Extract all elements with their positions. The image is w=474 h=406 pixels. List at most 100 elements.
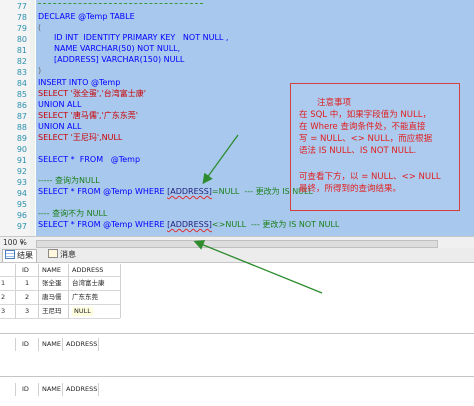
cell-name[interactable]: 张全蛋 [42,279,62,288]
cell-address-null[interactable]: NULL [72,307,93,316]
note-title: 注意事项 [317,98,352,108]
code-line-union-1[interactable]: UNION ALL [38,100,81,110]
column-header-name[interactable]: NAME [42,340,61,349]
line-number: 88 [16,123,27,132]
annotation-note-box: 注意事项 在 SQL 中，如果字段值为 NULL， 在 Where 查询条件处，… [290,83,460,211]
line-number: 96 [16,211,27,220]
tab-messages[interactable]: 消息 [46,249,79,261]
note-line: 在 SQL 中，如果字段值为 NULL， [299,110,431,120]
result-set-separator [0,376,474,377]
cell-id[interactable]: 3 [25,307,29,316]
line-number: 86 [16,101,27,110]
cell-name[interactable]: 王尼玛 [42,307,62,316]
tab-messages-label: 消息 [60,250,76,259]
query-null-prefix: SELECT * FROM @Temp WHERE [38,187,168,196]
note-line: 写 = NULL、<> NULL，而应根据 [299,134,433,144]
code-line-col-name[interactable]: NAME VARCHAR(50) NOT NULL, [54,44,180,54]
line-number: 90 [16,145,27,154]
grid-column-divider [38,338,39,351]
note-line: 最终，所得到的查询结果。 [299,184,402,194]
grid-column-divider [62,338,63,351]
row-number[interactable]: 2 [1,293,5,302]
code-line-select-all[interactable]: SELECT * FROM @Temp [38,155,140,165]
message-icon [48,249,58,258]
line-number-gutter: 77 78 79 80 81 82 83 84 85 86 87 88 89 9… [0,0,30,236]
change-tracking-margin [30,0,35,236]
grid-column-divider [38,383,39,396]
result-set-separator [0,333,474,334]
code-line-declare[interactable]: DECLARE @Temp TABLE [38,12,135,22]
result-grid-1[interactable]: ID NAME ADDRESS 1 1 张全蛋 台湾富士康 2 2 唐马儒 广东… [0,264,474,320]
address-column-ref: [ADDRESS] [167,187,212,196]
row-number[interactable]: 1 [1,279,5,288]
code-line-col-id[interactable]: ID INT IDENTITY PRIMARY KEY NOT NULL , [54,33,228,43]
tab-results[interactable]: 结果 [2,249,37,262]
grid-icon [5,250,15,259]
column-header-id[interactable]: ID [22,385,29,394]
code-line-select-1[interactable]: SELECT '张全蛋','台湾富士康' [38,89,146,99]
cell-name[interactable]: 唐马儒 [42,293,62,302]
line-number: 91 [16,156,27,165]
grid-column-divider [15,264,16,318]
grid-row-divider [0,318,120,319]
grid-row-divider [0,290,120,291]
grid-row-divider [0,304,120,305]
cell-id[interactable]: 2 [25,293,29,302]
cell-address[interactable]: 广东东莞 [72,293,98,302]
code-line-close-paren[interactable]: ) [38,66,41,76]
cell-id[interactable]: 1 [25,279,29,288]
code-line-query-null[interactable]: SELECT * FROM @Temp WHERE [ADDRESS]=NULL… [38,187,313,197]
code-line-query-not-null[interactable]: SELECT * FROM @Temp WHERE [ADDRESS]<>NUL… [38,220,339,230]
code-comment-query-not-null[interactable]: ---- 查询不为 NULL [38,209,107,219]
code-line-open-paren[interactable]: ( [38,23,41,33]
column-header-address[interactable]: ADDRESS [66,340,97,349]
line-number: 83 [16,68,27,77]
grid-column-divider [15,338,16,351]
code-line-union-2[interactable]: UNION ALL [38,122,81,132]
code-line-insert[interactable]: INSERT INTO @Temp [38,78,120,88]
line-number: 94 [16,189,27,198]
grid-row-divider [0,276,120,277]
sql-editor[interactable]: 77 78 79 80 81 82 83 84 85 86 87 88 89 9… [0,0,474,236]
line-number: 77 [16,2,27,11]
comment-divider-line [38,3,203,4]
result-grid-3[interactable]: ID NAME ADDRESS [0,383,474,399]
result-tabs: 结果 消息 [0,248,474,263]
grid-column-divider [98,383,99,396]
line-number: 89 [16,134,27,143]
column-header-address[interactable]: ADDRESS [66,385,97,394]
line-number: 85 [16,90,27,99]
grid-column-divider [38,264,39,318]
code-comment-query-null[interactable]: ----- 查询为NULL [38,176,100,186]
code-line-col-address[interactable]: [ADDRESS] VARCHAR(150) NULL [54,55,184,65]
line-number: 80 [16,35,27,44]
line-number: 87 [16,112,27,121]
grid-column-divider [62,383,63,396]
query-not-null-prefix: SELECT * FROM @Temp WHERE [38,220,168,229]
note-line: 可查看下方，以 = NULL、<> NULL [299,172,441,182]
code-line-select-3[interactable]: SELECT '王尼玛',NULL [38,133,122,143]
grid-column-divider [68,264,69,318]
horizontal-scrollbar[interactable] [36,240,438,248]
result-grid-2[interactable]: ID NAME ADDRESS [0,338,474,354]
code-line-select-2[interactable]: SELECT '唐马儒','广东东莞' [38,111,138,121]
address-column-ref: [ADDRESS] [167,220,212,229]
column-header-id[interactable]: ID [22,340,29,349]
grid-column-divider [98,338,99,351]
column-header-id[interactable]: ID [22,266,29,275]
grid-column-divider [15,383,16,396]
line-number: 95 [16,200,27,209]
column-header-name[interactable]: NAME [42,385,61,394]
column-header-name[interactable]: NAME [42,266,61,275]
line-number: 93 [16,178,27,187]
cell-address[interactable]: 台湾富士康 [72,279,105,288]
line-number: 92 [16,167,27,176]
line-number: 81 [16,46,27,55]
note-line: 在 Where 查询条件处，不能直接 [299,122,426,132]
grid-column-divider [120,264,121,318]
column-header-address[interactable]: ADDRESS [72,266,103,275]
line-number: 82 [16,57,27,66]
line-number: 84 [16,79,27,88]
note-line: 语法 IS NULL、IS NOT NULL. [299,146,417,156]
row-number[interactable]: 3 [1,307,5,316]
